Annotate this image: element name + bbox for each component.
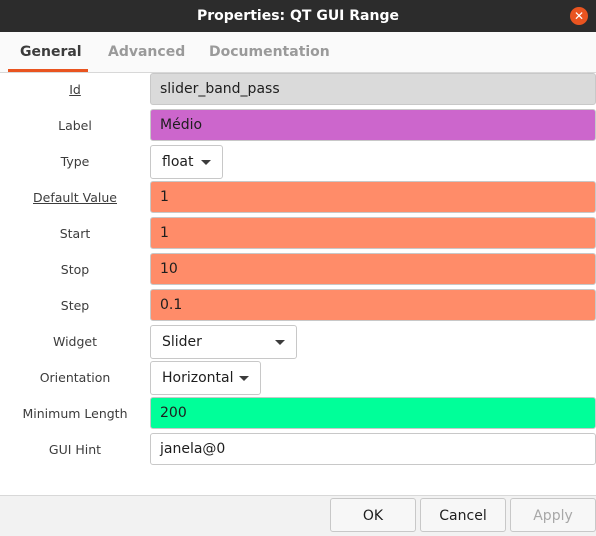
row-label: Label Médio <box>0 109 596 143</box>
cancel-button[interactable]: Cancel <box>420 498 506 532</box>
step-label: Step <box>60 298 90 313</box>
active-tab-indicator <box>8 69 88 72</box>
tab-documentation[interactable]: Documentation <box>209 32 330 71</box>
title-bar: Properties: QT GUI Range ✕ <box>0 0 596 32</box>
id-field[interactable]: slider_band_pass <box>150 73 596 105</box>
close-icon: ✕ <box>573 9 585 23</box>
row-stop: Stop 10 <box>0 253 596 287</box>
chevron-down-icon <box>201 160 211 165</box>
orientation-label: Orientation <box>39 370 111 385</box>
type-dropdown-value: float <box>162 154 194 170</box>
row-widget: Widget Slider <box>0 325 596 359</box>
start-field[interactable]: 1 <box>150 217 596 249</box>
gui-hint-label: GUI Hint <box>48 442 102 457</box>
start-label: Start <box>59 226 91 241</box>
ok-button[interactable]: OK <box>330 498 416 532</box>
orientation-dropdown-value: Horizontal <box>162 370 234 386</box>
row-id: Id slider_band_pass <box>0 73 596 107</box>
label-field[interactable]: Médio <box>150 109 596 141</box>
button-bar: OK Cancel Apply <box>0 495 596 536</box>
gui-hint-field[interactable]: janela@0 <box>150 433 596 465</box>
close-button[interactable]: ✕ <box>570 7 588 25</box>
widget-dropdown-value: Slider <box>162 334 202 350</box>
tab-bar: General Advanced Documentation <box>0 32 596 73</box>
stop-label: Stop <box>60 262 90 277</box>
chevron-down-icon <box>239 376 249 381</box>
widget-dropdown[interactable]: Slider <box>150 325 297 359</box>
tab-general[interactable]: General <box>20 32 82 71</box>
type-dropdown[interactable]: float <box>150 145 223 179</box>
row-orientation: Orientation Horizontal <box>0 361 596 395</box>
default-value-field[interactable]: 1 <box>150 181 596 213</box>
apply-button[interactable]: Apply <box>510 498 596 532</box>
row-start: Start 1 <box>0 217 596 251</box>
chevron-down-icon <box>275 340 285 345</box>
tab-advanced[interactable]: Advanced <box>108 32 185 71</box>
minimum-length-label: Minimum Length <box>22 406 128 421</box>
minimum-length-field[interactable]: 200 <box>150 397 596 429</box>
id-label: Id <box>69 82 81 97</box>
orientation-dropdown[interactable]: Horizontal <box>150 361 261 395</box>
label-label: Label <box>58 118 92 133</box>
type-label: Type <box>60 154 90 169</box>
widget-label: Widget <box>52 334 98 349</box>
default-value-label: Default Value <box>33 190 117 205</box>
step-field[interactable]: 0.1 <box>150 289 596 321</box>
row-type: Type float <box>0 145 596 179</box>
stop-field[interactable]: 10 <box>150 253 596 285</box>
row-default-value: Default Value 1 <box>0 181 596 215</box>
row-gui-hint: GUI Hint janela@0 <box>0 433 596 467</box>
window-title: Properties: QT GUI Range <box>197 8 399 24</box>
row-step: Step 0.1 <box>0 289 596 323</box>
row-minimum-length: Minimum Length 200 <box>0 397 596 431</box>
